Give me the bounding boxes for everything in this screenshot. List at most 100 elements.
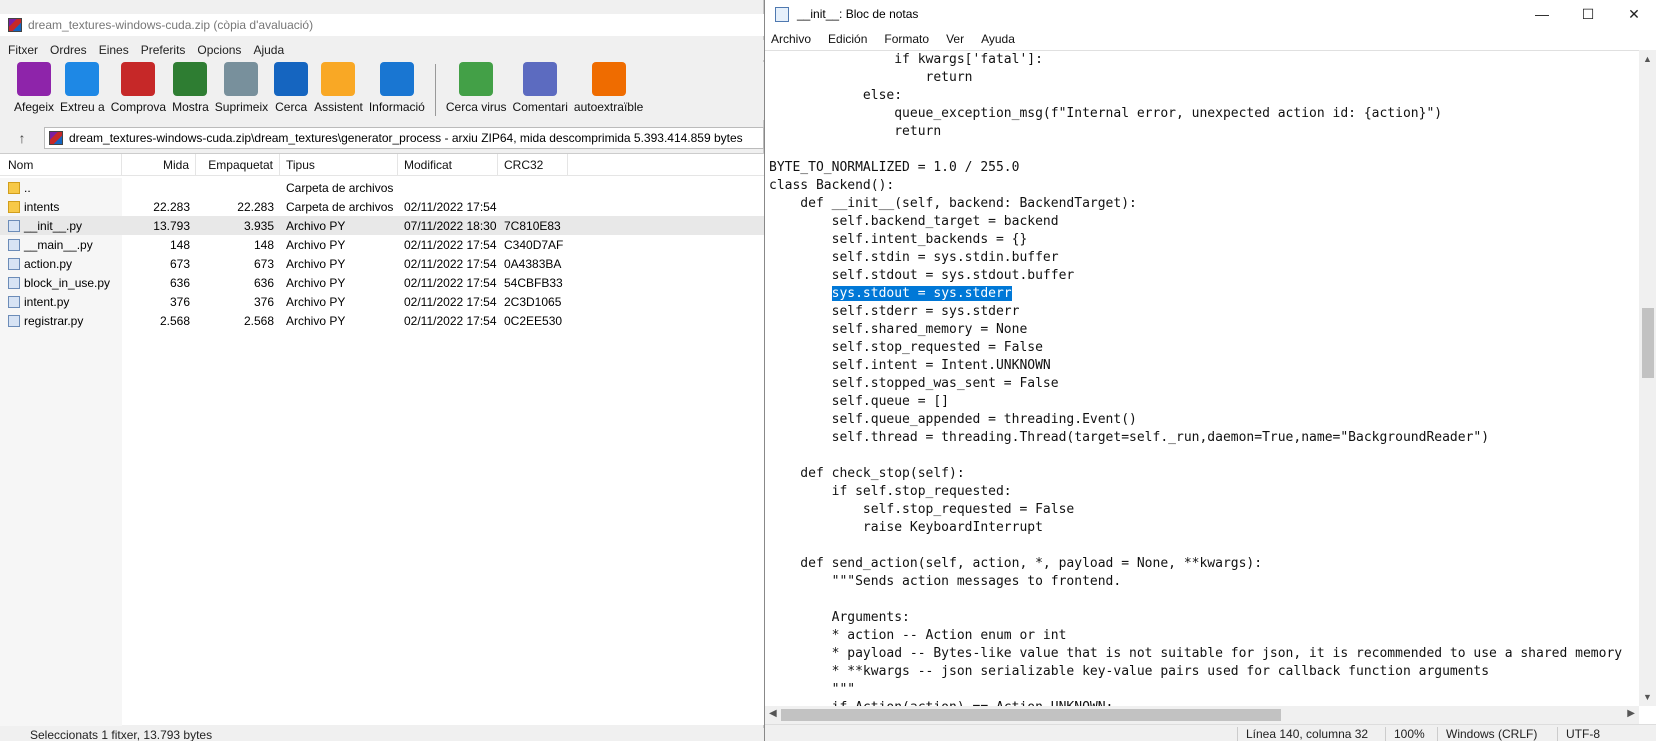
toolbar-button-cerca-virus[interactable]: Cerca virus <box>446 62 507 114</box>
menu-item-formato[interactable]: Formato <box>884 32 929 46</box>
line-ending: Windows (CRLF) <box>1437 727 1537 741</box>
code-line: self.intent_backends = {} <box>769 232 1028 247</box>
column-header-empaquetat[interactable]: Empaquetat <box>196 154 280 175</box>
file-list-header: Nom Mida Empaquetat Tipus Modificat CRC32 <box>0 154 764 176</box>
winrar-address-bar: ↑ dream_textures-windows-cuda.zip\dream_… <box>0 126 764 150</box>
up-arrow-icon[interactable]: ↑ <box>0 130 44 146</box>
file-crc32: C340D7AF <box>504 237 564 252</box>
archive-path-field[interactable]: dream_textures-windows-cuda.zip\dream_te… <box>44 127 764 149</box>
toolbar-button-label: Suprimeix <box>214 100 269 114</box>
selected-text: sys.stdout = sys.stderr <box>831 286 1012 301</box>
python-file-icon <box>8 257 20 270</box>
file-crc32: 7C810E83 <box>504 218 561 233</box>
close-button[interactable]: ✕ <box>1611 0 1656 28</box>
code-line: self.backend_target = backend <box>769 214 1059 229</box>
toolbar-button-comprova[interactable]: Comprova <box>111 62 166 114</box>
file-name: intents <box>24 199 60 214</box>
encoding: UTF-8 <box>1557 727 1600 741</box>
column-header-crc32[interactable]: CRC32 <box>498 154 568 175</box>
toolbar-button-afegeix[interactable]: Afegeix <box>14 62 54 114</box>
notepad-menu-bar: Archivo Edición Formato Ver Ayuda <box>765 28 1656 50</box>
column-header-tipus[interactable]: Tipus <box>280 154 398 175</box>
code-line: * **kwargs -- json serializable key-valu… <box>769 664 1490 679</box>
folder-icon <box>8 200 20 213</box>
file-name-cell: __init__.py <box>0 219 122 233</box>
code-line: Arguments: <box>769 610 910 625</box>
menu-item-ayuda[interactable]: Ayuda <box>981 32 1015 46</box>
file-row[interactable]: __main__.py 148 148 Archivo PY 02/11/2022 17… <box>0 235 764 254</box>
file-row[interactable]: __init__.py 13.793 3.935 Archivo PY 07/11/20… <box>0 216 764 235</box>
file-modified: 02/11/2022 17:54 <box>404 294 497 309</box>
file-size: 673 <box>169 256 190 271</box>
trash-icon <box>224 62 259 96</box>
menu-item-preferits[interactable]: Preferits <box>137 43 190 57</box>
info-icon <box>379 62 414 96</box>
minimize-button[interactable]: — <box>1519 0 1565 28</box>
toolbar-button-cerca[interactable]: Cerca <box>274 62 309 114</box>
menu-item-opcions[interactable]: Opcions <box>193 43 245 57</box>
toolbar-button-assistent[interactable]: Assistent <box>314 62 363 114</box>
zip-archive-icon <box>49 131 63 145</box>
file-row[interactable]: action.py 673 673 Archivo PY 02/11/2022 17:5… <box>0 254 764 273</box>
horizontal-scrollbar[interactable]: ◀ ▶ <box>765 706 1639 724</box>
notepad-text-area[interactable]: if kwargs['fatal']: return else: queue_e… <box>765 50 1639 706</box>
menu-item-ordres[interactable]: Ordres <box>46 43 91 57</box>
winrar-menu-bar: Fitxer Ordres Eines Preferits Opcions Ajuda <box>0 40 764 60</box>
code-line: """Sends action messages to frontend. <box>769 574 1122 589</box>
file-row[interactable]: registrar.py 2.568 2.568 Archivo PY 02/11/20… <box>0 311 764 330</box>
file-crc32: 54CBFB33 <box>504 275 563 290</box>
menu-item-archivo[interactable]: Archivo <box>771 32 811 46</box>
file-row[interactable]: block_in_use.py 636 636 Archivo PY 02/11/202… <box>0 273 764 292</box>
scroll-right-arrow-icon[interactable]: ▶ <box>1627 708 1635 719</box>
file-crc32: 2C3D1065 <box>504 294 562 309</box>
code-line: queue_exception_msg(f"Internal error, un… <box>769 106 1443 121</box>
menu-item-ver[interactable]: Ver <box>946 32 964 46</box>
code-line: sys.stdout = sys.stderr <box>769 285 1622 303</box>
column-header-mida[interactable]: Mida <box>122 154 196 175</box>
scroll-left-arrow-icon[interactable]: ◀ <box>769 708 777 719</box>
horizontal-scroll-thumb[interactable] <box>781 709 1281 721</box>
toolbar-button-extreu-a[interactable]: Extreu a <box>60 62 105 114</box>
toolbar-button-autoextraïble[interactable]: autoextraïble <box>574 62 643 114</box>
file-packed-size: 3.935 <box>243 218 274 233</box>
scroll-up-arrow-icon[interactable]: ▲ <box>1643 54 1652 64</box>
toolbar-button-mostra[interactable]: Mostra <box>172 62 209 114</box>
code-line: self.stop_requested = False <box>769 340 1043 355</box>
toolbar-button-suprimeix[interactable]: Suprimeix <box>215 62 268 114</box>
vertical-scrollbar[interactable]: ▲ ▼ <box>1639 50 1656 706</box>
books-add-icon <box>17 62 52 96</box>
file-row[interactable]: .. Carpeta de archivos <box>0 178 764 197</box>
winrar-window: dream_textures-windows-cuda.zip (còpia d… <box>0 0 764 741</box>
menu-item-ajuda[interactable]: Ajuda <box>249 43 288 57</box>
file-packed-size: 2.568 <box>243 313 274 328</box>
code-line: if kwargs['fatal']: <box>769 52 1043 67</box>
code-line: BYTE_TO_NORMALIZED = 1.0 / 255.0 <box>769 160 1020 175</box>
file-row[interactable]: intent.py 376 376 Archivo PY 02/11/2022 17:5… <box>0 292 764 311</box>
menu-item-fitxer[interactable]: Fitxer <box>4 43 42 57</box>
toolbar-button-comentari[interactable]: Comentari <box>513 62 568 114</box>
code-line: else: <box>769 88 903 103</box>
file-modified: 02/11/2022 17:54 <box>404 237 497 252</box>
winrar-toolbar: Afegeix Extreu a Comprova Mostra Suprimeix Ce… <box>0 62 764 120</box>
code-line: def check_stop(self): <box>769 466 965 481</box>
maximize-button[interactable]: ☐ <box>1565 0 1611 28</box>
code-line: self.stdout = sys.stdout.buffer <box>769 268 1075 283</box>
toolbar-button-label: Cerca <box>275 100 308 114</box>
code-line: def send_action(self, action, *, payload… <box>769 556 1263 571</box>
code-line: if Action(action) == Action.UNKNOWN: <box>769 699 1622 706</box>
code-text: if kwargs['fatal']: return else: queue_e… <box>769 51 1622 706</box>
file-type: Archivo PY <box>286 237 346 252</box>
file-name: __init__.py <box>24 218 83 233</box>
column-header-nom[interactable]: Nom <box>0 154 122 175</box>
vertical-scroll-thumb[interactable] <box>1642 308 1654 378</box>
code-line: self.intent = Intent.UNKNOWN <box>769 358 1051 373</box>
menu-item-edición[interactable]: Edición <box>828 32 867 46</box>
menu-item-eines[interactable]: Eines <box>95 43 133 57</box>
book-view-icon <box>173 62 208 96</box>
scroll-down-arrow-icon[interactable]: ▼ <box>1643 692 1652 702</box>
column-header-modificat[interactable]: Modificat <box>398 154 498 175</box>
file-name: block_in_use.py <box>24 275 111 290</box>
toolbar-button-informació[interactable]: Informació <box>369 62 425 114</box>
file-row[interactable]: intents 22.283 22.283 Carpeta de archivos 02… <box>0 197 764 216</box>
